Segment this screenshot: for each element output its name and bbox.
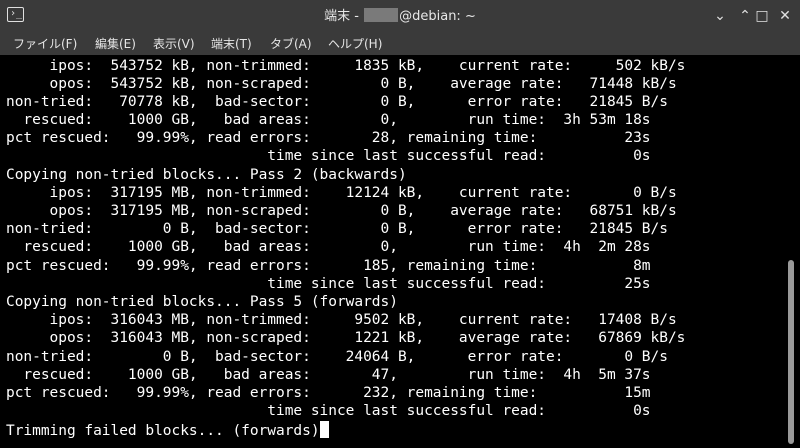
terminal-line: Copying non-tried blocks... Pass 2 (back… — [6, 167, 407, 183]
terminal-line: time since last successful read: 0s — [6, 148, 651, 164]
terminal-line: opos: 316043 MB, non-scraped: 1221 kB, a… — [6, 330, 686, 346]
menu-view[interactable]: 表示(V) — [153, 33, 195, 55]
menu-terminal[interactable]: 端末(T) — [211, 33, 252, 55]
terminal-line: non-tried: 0 B, bad-sector: 24064 B, err… — [6, 349, 668, 365]
window-title: 端末 - @debian: ~ — [0, 0, 800, 33]
terminal-line: opos: 543752 kB, non-scraped: 0 B, avera… — [6, 76, 677, 92]
terminal-line: ipos: 543752 kB, non-trimmed: 1835 kB, c… — [6, 58, 686, 74]
title-bar[interactable]: ›_ 端末 - @debian: ~ ⌄ ⌃ □ ✕ — [0, 0, 800, 33]
menu-file[interactable]: ファイル(F) — [13, 33, 77, 55]
scrollbar-thumb[interactable] — [788, 260, 794, 444]
terminal-line: pct rescued: 99.99%, read errors: 28, re… — [6, 130, 651, 146]
redacted-username — [364, 8, 399, 22]
terminal-line: ipos: 317195 MB, non-trimmed: 12124 kB, … — [6, 185, 677, 201]
terminal-line: Copying non-tried blocks... Pass 5 (forw… — [6, 294, 398, 310]
terminal-window: ›_ 端末 - @debian: ~ ⌄ ⌃ □ ✕ ファイル(F) 編集(E)… — [0, 0, 800, 448]
close-button[interactable]: ✕ — [774, 6, 796, 26]
terminal-line: rescued: 1000 GB, bad areas: 0, run time… — [6, 112, 651, 128]
terminal-line: time since last successful read: 0s — [6, 403, 651, 419]
terminal-output[interactable]: ipos: 543752 kB, non-trimmed: 1835 kB, c… — [0, 55, 784, 448]
menu-tabs[interactable]: タブ(A) — [270, 33, 312, 55]
maximize-icon: □ — [755, 8, 769, 24]
scrollbar[interactable] — [784, 55, 800, 448]
terminal-line: pct rescued: 99.99%, read errors: 232, r… — [6, 385, 651, 401]
window-title-prefix: 端末 - — [324, 9, 364, 24]
terminal-prompt-line: Trimming failed blocks... (forwards) — [6, 421, 329, 439]
terminal-line: non-tried: 0 B, bad-sector: 0 B, error r… — [6, 221, 668, 237]
terminal-line: opos: 317195 MB, non-scraped: 0 B, avera… — [6, 203, 677, 219]
text-cursor — [319, 421, 329, 438]
terminal-line-text: Trimming failed blocks... (forwards) — [6, 423, 320, 439]
terminal-line: pct rescued: 99.99%, read errors: 185, r… — [6, 258, 651, 274]
window-title-suffix: @debian: ~ — [399, 9, 476, 24]
chevron-down-icon: ⌄ — [714, 8, 726, 24]
menu-help[interactable]: ヘルプ(H) — [328, 33, 382, 55]
minimize-button[interactable]: ⌄ — [709, 6, 731, 26]
terminal-line: rescued: 1000 GB, bad areas: 47, run tim… — [6, 367, 651, 383]
terminal-line: rescued: 1000 GB, bad areas: 0, run time… — [6, 239, 651, 255]
terminal-line: non-tried: 70778 kB, bad-sector: 0 B, er… — [6, 94, 668, 110]
menu-bar: ファイル(F) 編集(E) 表示(V) 端末(T) タブ(A) ヘルプ(H) — [0, 33, 800, 55]
terminal-line: ipos: 316043 MB, non-trimmed: 9502 kB, c… — [6, 312, 677, 328]
terminal-line: time since last successful read: 25s — [6, 276, 651, 292]
close-icon: ✕ — [779, 8, 791, 24]
maximize-button[interactable]: □ — [751, 6, 773, 26]
menu-edit[interactable]: 編集(E) — [95, 33, 136, 55]
chevron-up-icon: ⌃ — [739, 8, 751, 24]
